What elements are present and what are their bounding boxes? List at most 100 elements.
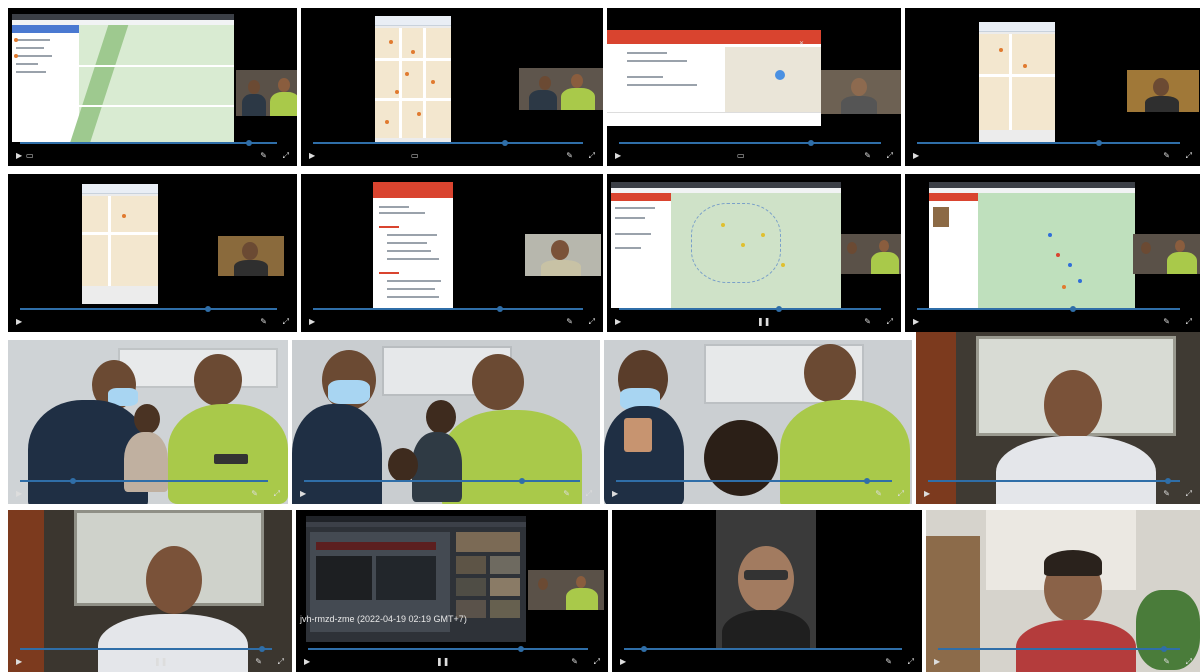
seek-bar[interactable] [313,140,583,146]
settings-icon[interactable]: ✎ [255,658,262,666]
seek-bar[interactable] [619,140,881,146]
play-icon[interactable]: ▶ [615,152,621,160]
fullscreen-icon[interactable]: ⤢ [887,152,893,160]
tile-11-camera-group[interactable]: ▶ ✎ ⤢ [604,340,912,504]
player-controls: ▶ ✎ ⤢ [926,646,1200,672]
seek-bar[interactable] [20,306,277,312]
settings-icon[interactable]: ✎ [1163,658,1170,666]
tile-6-phone-list[interactable]: ▶ ✎ ⤢ [301,174,603,332]
tile-12-camera-single[interactable]: ▶ ✎ ⤢ [916,332,1200,504]
play-icon[interactable]: ▶ [16,152,22,160]
seek-bar[interactable] [917,140,1180,146]
tile-16-camera-single[interactable]: ▶ ✎ ⤢ [926,510,1200,672]
seek-bar[interactable] [308,646,588,652]
seek-bar[interactable] [624,646,902,652]
seek-bar[interactable] [619,306,881,312]
webcam-thumbnail [841,234,901,274]
webcam-thumbnail [1127,70,1199,112]
fullscreen-icon[interactable]: ⤢ [283,318,289,326]
play-icon[interactable]: ▶ [309,152,315,160]
seek-bar[interactable] [917,306,1180,312]
fullscreen-icon[interactable]: ⤢ [594,658,600,666]
settings-icon[interactable]: ✎ [864,318,871,326]
tile-8-desktop-map[interactable]: ▶ ✎ ⤢ [905,174,1200,332]
settings-icon[interactable]: ✎ [566,152,573,160]
tile-10-camera-group[interactable]: ▶ ✎ ⤢ [292,340,600,504]
seek-bar[interactable] [20,478,268,484]
settings-icon[interactable]: ✎ [864,152,871,160]
play-icon[interactable]: ▶ [16,490,22,498]
play-icon[interactable]: ▶ [309,318,315,326]
webcam-thumbnail [821,70,901,114]
play-icon[interactable]: ▶ [16,658,22,666]
play-icon[interactable]: ▶ [620,658,626,666]
tile-4-phone-map[interactable]: ▶ ✎ ⤢ [905,8,1200,166]
tile-2-phone-map[interactable]: ▶ ▭ ✎ ⤢ [301,8,603,166]
seek-bar[interactable] [313,306,583,312]
tile-13-camera-single[interactable]: ▶ ❚❚ ✎ ⤢ [8,510,292,672]
settings-icon[interactable]: ✎ [260,318,267,326]
fullscreen-icon[interactable]: ⤢ [274,490,280,498]
tile-14-meet-recording[interactable]: jvh-rmzd-zme (2022-04-19 02:19 GMT+7) ▶ … [296,510,608,672]
phone-screen [375,16,451,156]
fullscreen-icon[interactable]: ⤢ [589,318,595,326]
tile-3-maps-landscape[interactable]: ✕ ▶ ▭ ✎ ⤢ [607,8,901,166]
tile-5-phone-map[interactable]: ▶ ✎ ⤢ [8,174,297,332]
captions-icon[interactable]: ▭ [411,152,419,160]
tile-15-camera-single[interactable]: ▶ ✎ ⤢ [612,510,922,672]
player-controls: ▶ ▭ ✎ ⤢ [8,140,297,166]
play-icon[interactable]: ▶ [304,658,310,666]
fullscreen-icon[interactable]: ⤢ [586,490,592,498]
settings-icon[interactable]: ✎ [1163,152,1170,160]
play-icon[interactable]: ▶ [615,318,621,326]
settings-icon[interactable]: ✎ [1163,318,1170,326]
fullscreen-icon[interactable]: ⤢ [589,152,595,160]
fullscreen-icon[interactable]: ⤢ [283,152,289,160]
fullscreen-icon[interactable]: ⤢ [1186,658,1192,666]
play-icon[interactable]: ▶ [16,318,22,326]
player-controls: ▶ ❚❚ ✎ ⤢ [607,306,901,332]
play-icon[interactable]: ▶ [934,658,940,666]
play-icon[interactable]: ▶ [913,318,919,326]
settings-icon[interactable]: ✎ [563,490,570,498]
settings-icon[interactable]: ✎ [1163,490,1170,498]
map-pin-icon [14,38,18,42]
fullscreen-icon[interactable]: ⤢ [908,658,914,666]
play-icon[interactable]: ▶ [612,490,618,498]
pause-icon[interactable]: ❚❚ [436,658,449,666]
play-icon[interactable]: ▶ [924,490,930,498]
seek-bar[interactable] [616,478,892,484]
seek-bar[interactable] [20,140,277,146]
captions-icon[interactable]: ▭ [737,152,745,160]
fullscreen-icon[interactable]: ⤢ [1186,490,1192,498]
play-icon[interactable]: ▶ [913,152,919,160]
fullscreen-icon[interactable]: ⤢ [1186,152,1192,160]
settings-icon[interactable]: ✎ [885,658,892,666]
pause-icon[interactable]: ❚❚ [757,318,770,326]
captions-icon[interactable]: ▭ [26,152,34,160]
fullscreen-icon[interactable]: ⤢ [887,318,893,326]
fullscreen-icon[interactable]: ⤢ [1186,318,1192,326]
webcam-thumbnail [525,234,601,276]
settings-icon[interactable]: ✎ [260,152,267,160]
settings-icon[interactable]: ✎ [571,658,578,666]
video-mosaic: ▶ ▭ ✎ ⤢ ▶ ▭ ✎ ⤢ ✕ ▶ ▭ ✎ ⤢ ▶ ✎ ⤢ ▶ ✎ ⤢ ▶ … [0,0,1200,672]
fullscreen-icon[interactable]: ⤢ [898,490,904,498]
seek-bar[interactable] [304,478,580,484]
fullscreen-icon[interactable]: ⤢ [278,658,284,666]
seek-bar[interactable] [928,478,1180,484]
settings-icon[interactable]: ✎ [566,318,573,326]
tile-9-camera-group[interactable]: ▶ ✎ ⤢ [8,340,288,504]
close-icon[interactable]: ✕ [799,40,804,47]
settings-icon[interactable]: ✎ [251,490,258,498]
play-icon[interactable]: ▶ [300,490,306,498]
pause-icon[interactable]: ❚❚ [154,658,167,666]
tile-1-screenshare-map[interactable]: ▶ ▭ ✎ ⤢ [8,8,297,166]
seek-bar[interactable] [938,646,1180,652]
recording-label: jvh-rmzd-zme (2022-04-19 02:19 GMT+7) [300,614,467,624]
shared-browser-window [611,182,841,310]
settings-icon[interactable]: ✎ [875,490,882,498]
player-controls: ▶ ✎ ⤢ [8,478,288,504]
seek-bar[interactable] [20,646,272,652]
tile-7-desktop-map[interactable]: ▶ ❚❚ ✎ ⤢ [607,174,901,332]
